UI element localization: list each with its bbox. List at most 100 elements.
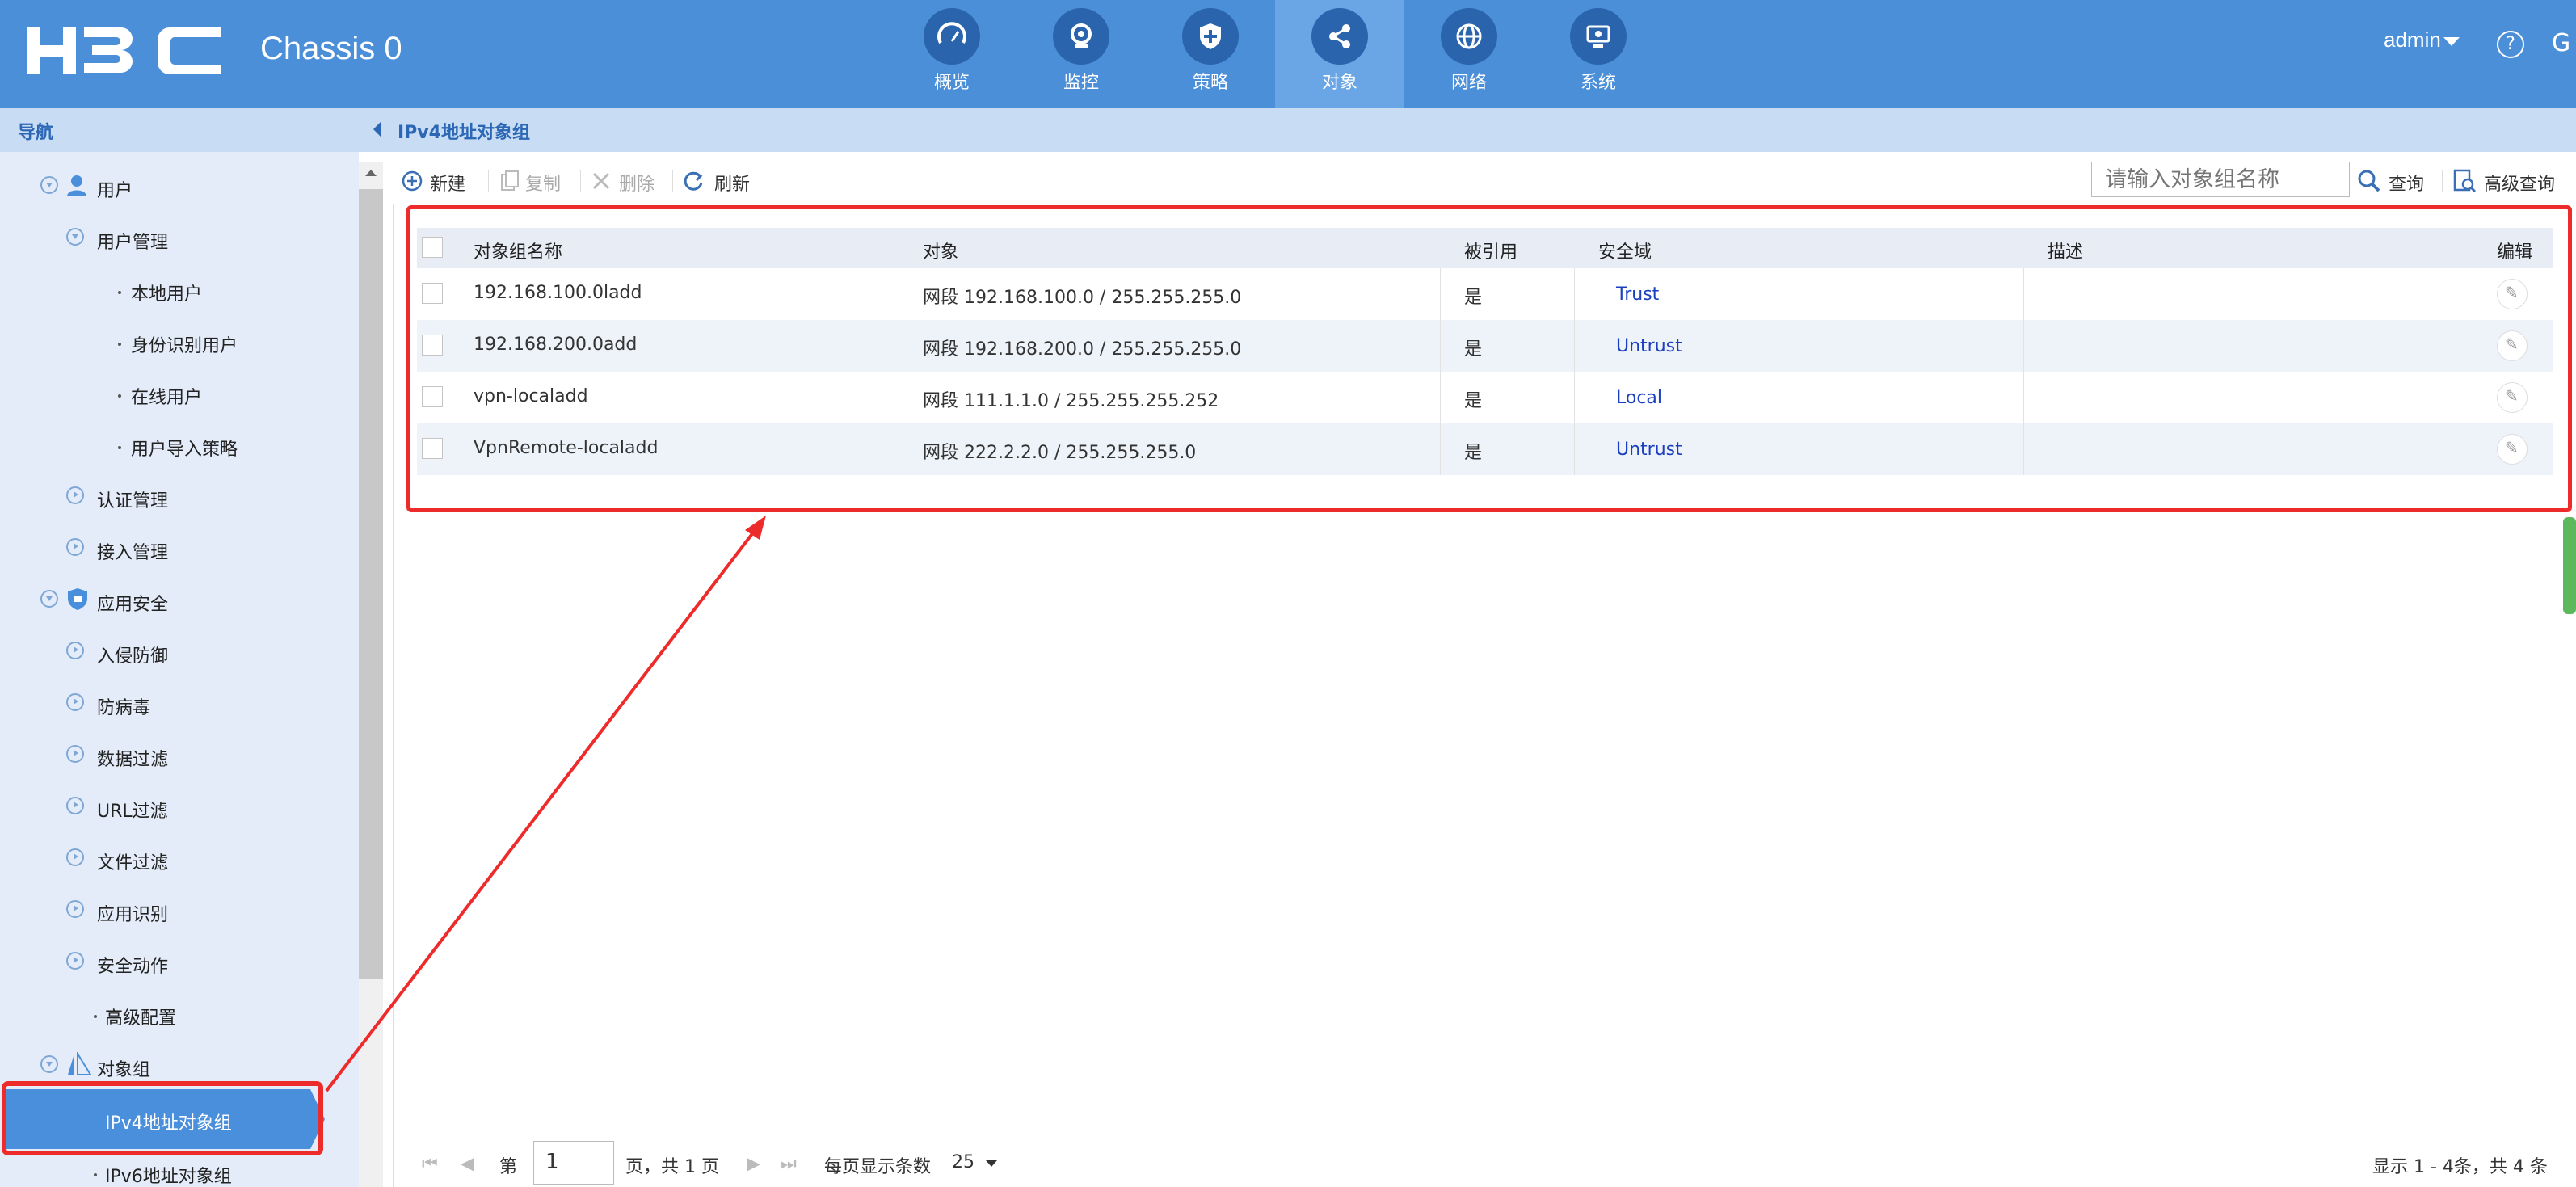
prev-page-icon[interactable]: ◀	[461, 1154, 474, 1174]
toolbar-divider	[580, 170, 581, 192]
chevron-down-icon[interactable]	[40, 1055, 58, 1073]
sidebar-item-auth-management[interactable]: 认证管理	[97, 486, 168, 512]
sidebar-item-user-management[interactable]: 用户管理	[97, 228, 168, 254]
sidebar-scroll-thumb[interactable]	[359, 189, 383, 979]
gauge-icon	[924, 8, 980, 65]
sidebar-item-user-import-policy[interactable]: 用户导入策略	[131, 435, 238, 461]
chassis-label: Chassis 0	[260, 31, 402, 66]
toolbar-divider	[672, 170, 673, 192]
sidebar-item-antivirus[interactable]: 防病毒	[97, 693, 150, 719]
sidebar-item-object-group[interactable]: 对象组	[97, 1055, 150, 1081]
sidebar-item-access-management[interactable]: 接入管理	[97, 538, 168, 564]
chevron-right-icon[interactable]	[66, 900, 84, 918]
sidebar-item-advanced-config[interactable]: 高级配置	[105, 1004, 176, 1029]
nav-network-label: 网络	[1450, 73, 1487, 93]
sidebar-item-security-action[interactable]: 安全动作	[97, 952, 168, 978]
bullet-icon	[94, 1173, 97, 1176]
copy-button[interactable]: 复制	[525, 170, 561, 196]
last-page-icon[interactable]: ⏭	[781, 1154, 797, 1174]
bullet-icon	[94, 1015, 97, 1018]
per-page-select[interactable]: 25	[952, 1152, 974, 1172]
sidebar-item-ips[interactable]: 入侵防御	[97, 642, 168, 667]
nav-monitor-label: 监控	[1063, 73, 1099, 93]
nav-policy-label: 策略	[1192, 73, 1228, 93]
navigation-title: 导航	[18, 123, 54, 143]
sidebar-item-url-filter[interactable]: URL过滤	[97, 797, 168, 823]
sidebar-item-ipv6-object-group[interactable]: IPv6地址对象组	[105, 1162, 232, 1187]
nav-policy[interactable]: 策略	[1146, 0, 1275, 108]
add-icon[interactable]	[401, 170, 423, 192]
chevron-right-icon[interactable]	[66, 693, 84, 711]
new-button[interactable]: 新建	[430, 170, 465, 196]
chevron-right-icon[interactable]	[66, 952, 84, 970]
bullet-icon	[118, 446, 121, 449]
chevron-down-icon[interactable]	[66, 228, 84, 246]
refresh-button[interactable]: 刷新	[714, 170, 750, 196]
chevron-right-icon[interactable]	[66, 745, 84, 763]
chevron-down-icon[interactable]	[40, 176, 58, 194]
content-header: IPv4地址对象组	[365, 108, 2576, 152]
next-page-icon[interactable]: ▶	[747, 1154, 760, 1174]
sidebar-item-app-security[interactable]: 应用安全	[97, 590, 168, 616]
result-summary: 显示 1 - 4条，共 4 条	[2372, 1157, 2548, 1177]
bullet-icon	[118, 291, 121, 294]
scroll-up-icon[interactable]	[365, 170, 377, 176]
page-prefix: 第	[499, 1157, 518, 1177]
chevron-right-icon[interactable]	[66, 642, 84, 659]
first-page-icon[interactable]: ⏮	[422, 1154, 438, 1174]
user-icon	[67, 175, 86, 196]
advanced-query-button[interactable]: 高级查询	[2484, 170, 2555, 196]
page-number-input[interactable]: 1	[533, 1141, 614, 1185]
user-menu[interactable]: admin	[2384, 27, 2441, 53]
chevron-right-icon[interactable]	[66, 848, 84, 866]
page-title: IPv4地址对象组	[398, 123, 530, 143]
nav-object[interactable]: 对象	[1275, 0, 1404, 108]
query-button[interactable]: 查询	[2389, 170, 2424, 196]
navigation-header: 导航	[0, 108, 365, 152]
chevron-down-icon[interactable]	[2443, 37, 2460, 46]
toolbar-divider	[488, 170, 489, 192]
share-icon	[1311, 8, 1368, 65]
nav-system[interactable]: 系统	[1534, 0, 1663, 108]
sidebar	[0, 152, 359, 1187]
sidebar-item-user[interactable]: 用户	[97, 176, 133, 202]
nav-overview[interactable]: 概览	[887, 0, 1017, 108]
nav-network[interactable]: 网络	[1404, 0, 1534, 108]
nav-monitor[interactable]: 监控	[1017, 0, 1146, 108]
delete-icon	[592, 172, 610, 190]
sidebar-item-data-filter[interactable]: 数据过滤	[97, 745, 168, 771]
search-input[interactable]	[2091, 162, 2350, 197]
refresh-icon[interactable]	[682, 170, 705, 192]
camera-icon	[1053, 8, 1109, 65]
chevron-right-icon[interactable]	[66, 797, 84, 814]
help-icon[interactable]: ?	[2497, 31, 2524, 58]
search-icon[interactable]	[2356, 168, 2382, 194]
content-scroll-thumb[interactable]	[2563, 517, 2576, 614]
chevron-right-icon[interactable]	[66, 538, 84, 556]
sidebar-item-file-filter[interactable]: 文件过滤	[97, 848, 168, 874]
toolbar-divider	[2442, 170, 2443, 192]
sidebar-item-app-recognition[interactable]: 应用识别	[97, 900, 168, 926]
monitor-icon	[1570, 8, 1627, 65]
sidebar-item-online-user[interactable]: 在线用户	[131, 383, 202, 409]
sidebar-item-local-user[interactable]: 本地用户	[131, 280, 202, 305]
nav-overview-label: 概览	[933, 73, 970, 93]
nav-object-label: 对象	[1321, 73, 1357, 93]
copy-icon	[501, 170, 519, 191]
sidebar-item-identity-user[interactable]: 身份识别用户	[131, 331, 238, 357]
chevron-down-icon[interactable]	[40, 590, 58, 608]
advanced-search-icon[interactable]	[2452, 168, 2477, 194]
highlight-box-sidebar	[2, 1081, 323, 1155]
refresh-icon[interactable]: G	[2552, 29, 2570, 57]
chevron-down-icon[interactable]	[986, 1160, 997, 1167]
highlight-box-table	[406, 205, 2572, 512]
sidebar-scrollbar[interactable]	[359, 162, 383, 1187]
shield-icon	[1182, 8, 1239, 65]
chevron-right-icon[interactable]	[66, 486, 84, 504]
object-group-icon	[68, 1052, 92, 1075]
collapse-sidebar-icon[interactable]	[373, 121, 381, 137]
delete-button[interactable]: 删除	[619, 170, 655, 196]
per-page-label: 每页显示条数	[824, 1157, 932, 1177]
bullet-icon	[118, 394, 121, 398]
nav-system-label: 系统	[1580, 73, 1616, 93]
